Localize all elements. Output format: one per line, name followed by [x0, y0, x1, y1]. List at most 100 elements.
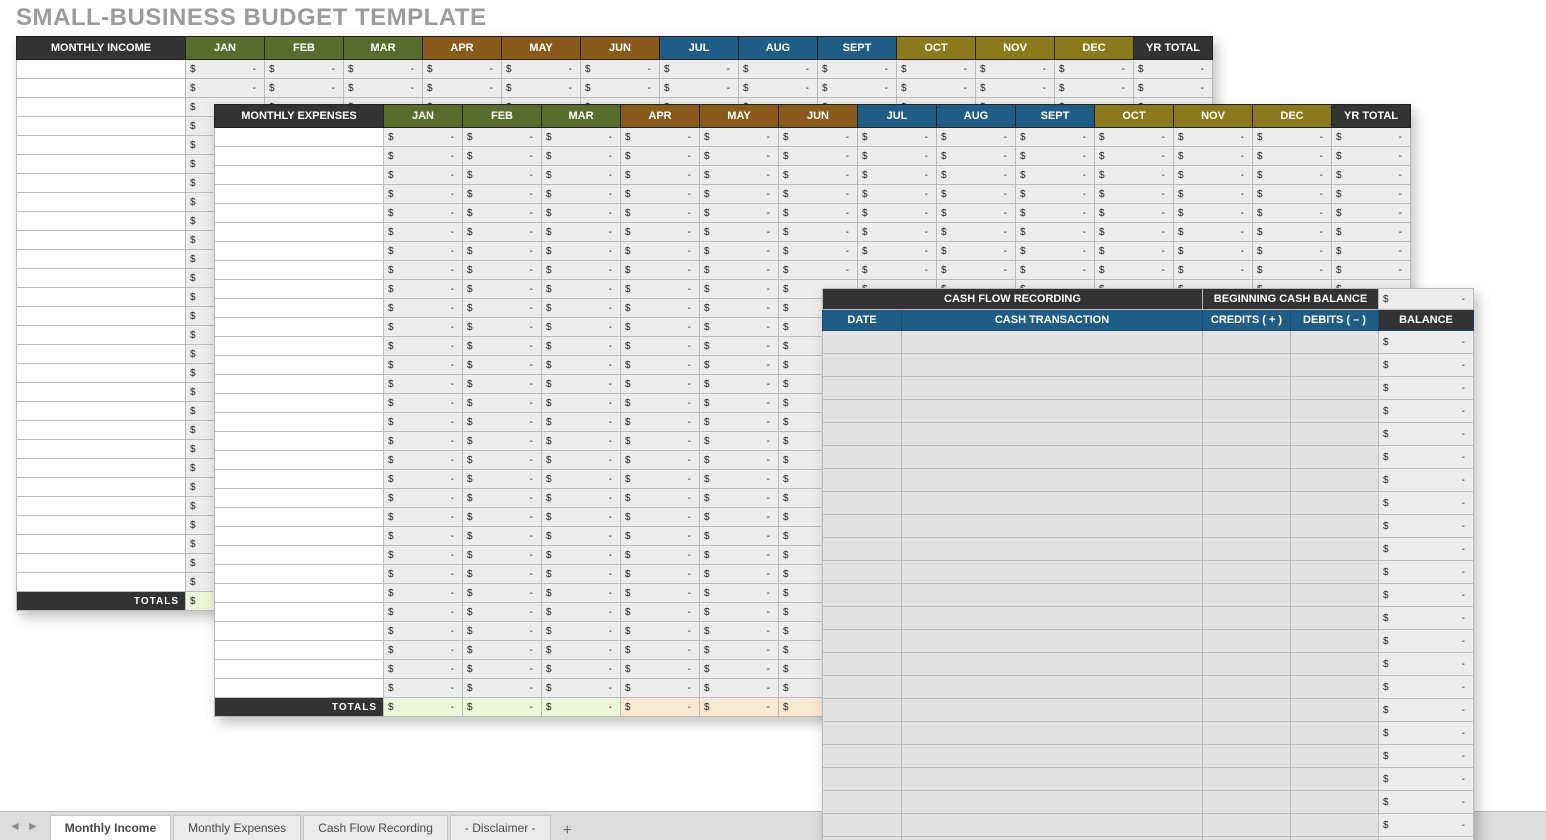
data-cell[interactable]: $-	[1174, 261, 1253, 280]
credits-cell[interactable]	[1203, 423, 1291, 446]
row-label-cell[interactable]	[215, 546, 384, 565]
data-cell[interactable]: $-	[937, 185, 1016, 204]
data-cell[interactable]: $-	[1174, 147, 1253, 166]
data-cell[interactable]: $-	[1253, 147, 1332, 166]
row-label-cell[interactable]	[215, 413, 384, 432]
debits-cell[interactable]	[1291, 653, 1379, 676]
data-cell[interactable]: $-	[1174, 204, 1253, 223]
data-cell[interactable]: $-	[384, 489, 463, 508]
data-cell[interactable]: $-	[660, 79, 739, 98]
transaction-cell[interactable]	[902, 722, 1203, 745]
data-cell[interactable]: $-	[463, 204, 542, 223]
data-cell[interactable]: $-	[542, 413, 621, 432]
date-cell[interactable]	[823, 377, 902, 400]
data-cell[interactable]: $-	[621, 375, 700, 394]
data-cell[interactable]: $-	[542, 147, 621, 166]
row-label-cell[interactable]	[215, 128, 384, 147]
credits-cell[interactable]	[1203, 561, 1291, 584]
data-cell[interactable]: $-	[937, 204, 1016, 223]
data-cell[interactable]: $-	[384, 603, 463, 622]
data-cell[interactable]: $-	[621, 641, 700, 660]
credits-cell[interactable]	[1203, 331, 1291, 354]
data-cell[interactable]: $-	[621, 166, 700, 185]
data-cell[interactable]: $-	[700, 489, 779, 508]
data-cell[interactable]: $-	[542, 356, 621, 375]
credits-cell[interactable]	[1203, 584, 1291, 607]
row-label-cell[interactable]	[215, 622, 384, 641]
data-cell[interactable]: $-	[384, 470, 463, 489]
data-cell[interactable]: $-	[858, 261, 937, 280]
row-label-cell[interactable]	[17, 345, 186, 364]
data-cell[interactable]: $-	[621, 584, 700, 603]
data-cell[interactable]: $-	[384, 394, 463, 413]
row-label-cell[interactable]	[215, 603, 384, 622]
data-cell[interactable]: $-	[621, 223, 700, 242]
data-cell[interactable]: $-	[700, 413, 779, 432]
debits-cell[interactable]	[1291, 722, 1379, 745]
data-cell[interactable]: $-	[1016, 166, 1095, 185]
data-cell[interactable]: $-	[779, 185, 858, 204]
data-cell[interactable]: $-	[463, 546, 542, 565]
transaction-cell[interactable]	[902, 607, 1203, 630]
data-cell[interactable]: $-	[1095, 261, 1174, 280]
row-label-cell[interactable]	[17, 364, 186, 383]
data-cell[interactable]: $-	[976, 79, 1055, 98]
data-cell[interactable]: $-	[384, 546, 463, 565]
data-cell[interactable]: $-	[700, 394, 779, 413]
data-cell[interactable]: $-	[463, 603, 542, 622]
row-label-cell[interactable]	[17, 269, 186, 288]
data-cell[interactable]: $-	[1016, 242, 1095, 261]
row-label-cell[interactable]	[215, 147, 384, 166]
data-cell[interactable]: $-	[1095, 147, 1174, 166]
data-cell[interactable]: $-	[1332, 128, 1411, 147]
debits-cell[interactable]	[1291, 768, 1379, 791]
credits-cell[interactable]	[1203, 446, 1291, 469]
data-cell[interactable]: $-	[621, 508, 700, 527]
row-label-cell[interactable]	[215, 470, 384, 489]
data-cell[interactable]: $-	[1253, 204, 1332, 223]
data-cell[interactable]: $-	[463, 679, 542, 698]
data-cell[interactable]: $-	[463, 223, 542, 242]
data-cell[interactable]: $-	[700, 204, 779, 223]
data-cell[interactable]: $-	[700, 622, 779, 641]
transaction-cell[interactable]	[902, 561, 1203, 584]
data-cell[interactable]: $-	[502, 60, 581, 79]
row-label-cell[interactable]	[215, 337, 384, 356]
row-label-cell[interactable]	[17, 250, 186, 269]
data-cell[interactable]: $-	[621, 394, 700, 413]
data-cell[interactable]: $-	[779, 204, 858, 223]
date-cell[interactable]	[823, 653, 902, 676]
data-cell[interactable]: $-	[463, 166, 542, 185]
data-cell[interactable]: $-	[1332, 185, 1411, 204]
date-cell[interactable]	[823, 469, 902, 492]
date-cell[interactable]	[823, 354, 902, 377]
credits-cell[interactable]	[1203, 722, 1291, 745]
row-label-cell[interactable]	[17, 60, 186, 79]
sheet-tab[interactable]: Cash Flow Recording	[303, 815, 448, 840]
debits-cell[interactable]	[1291, 607, 1379, 630]
date-cell[interactable]	[823, 791, 902, 814]
data-cell[interactable]: $-	[700, 128, 779, 147]
row-label-cell[interactable]	[215, 375, 384, 394]
data-cell[interactable]: $-	[621, 147, 700, 166]
data-cell[interactable]: $-	[384, 584, 463, 603]
row-label-cell[interactable]	[215, 451, 384, 470]
data-cell[interactable]: $-	[384, 622, 463, 641]
transaction-cell[interactable]	[902, 745, 1203, 768]
data-cell[interactable]: $-	[700, 185, 779, 204]
row-label-cell[interactable]	[17, 307, 186, 326]
debits-cell[interactable]	[1291, 699, 1379, 722]
debits-cell[interactable]	[1291, 469, 1379, 492]
transaction-cell[interactable]	[902, 791, 1203, 814]
row-label-cell[interactable]	[215, 261, 384, 280]
row-label-cell[interactable]	[17, 402, 186, 421]
credits-cell[interactable]	[1203, 837, 1291, 840]
data-cell[interactable]: $-	[581, 79, 660, 98]
data-cell[interactable]: $-	[779, 223, 858, 242]
data-cell[interactable]: $-	[463, 394, 542, 413]
data-cell[interactable]: $-	[542, 185, 621, 204]
data-cell[interactable]: $-	[384, 280, 463, 299]
data-cell[interactable]: $-	[700, 223, 779, 242]
data-cell[interactable]: $-	[621, 489, 700, 508]
data-cell[interactable]: $-	[1134, 60, 1213, 79]
